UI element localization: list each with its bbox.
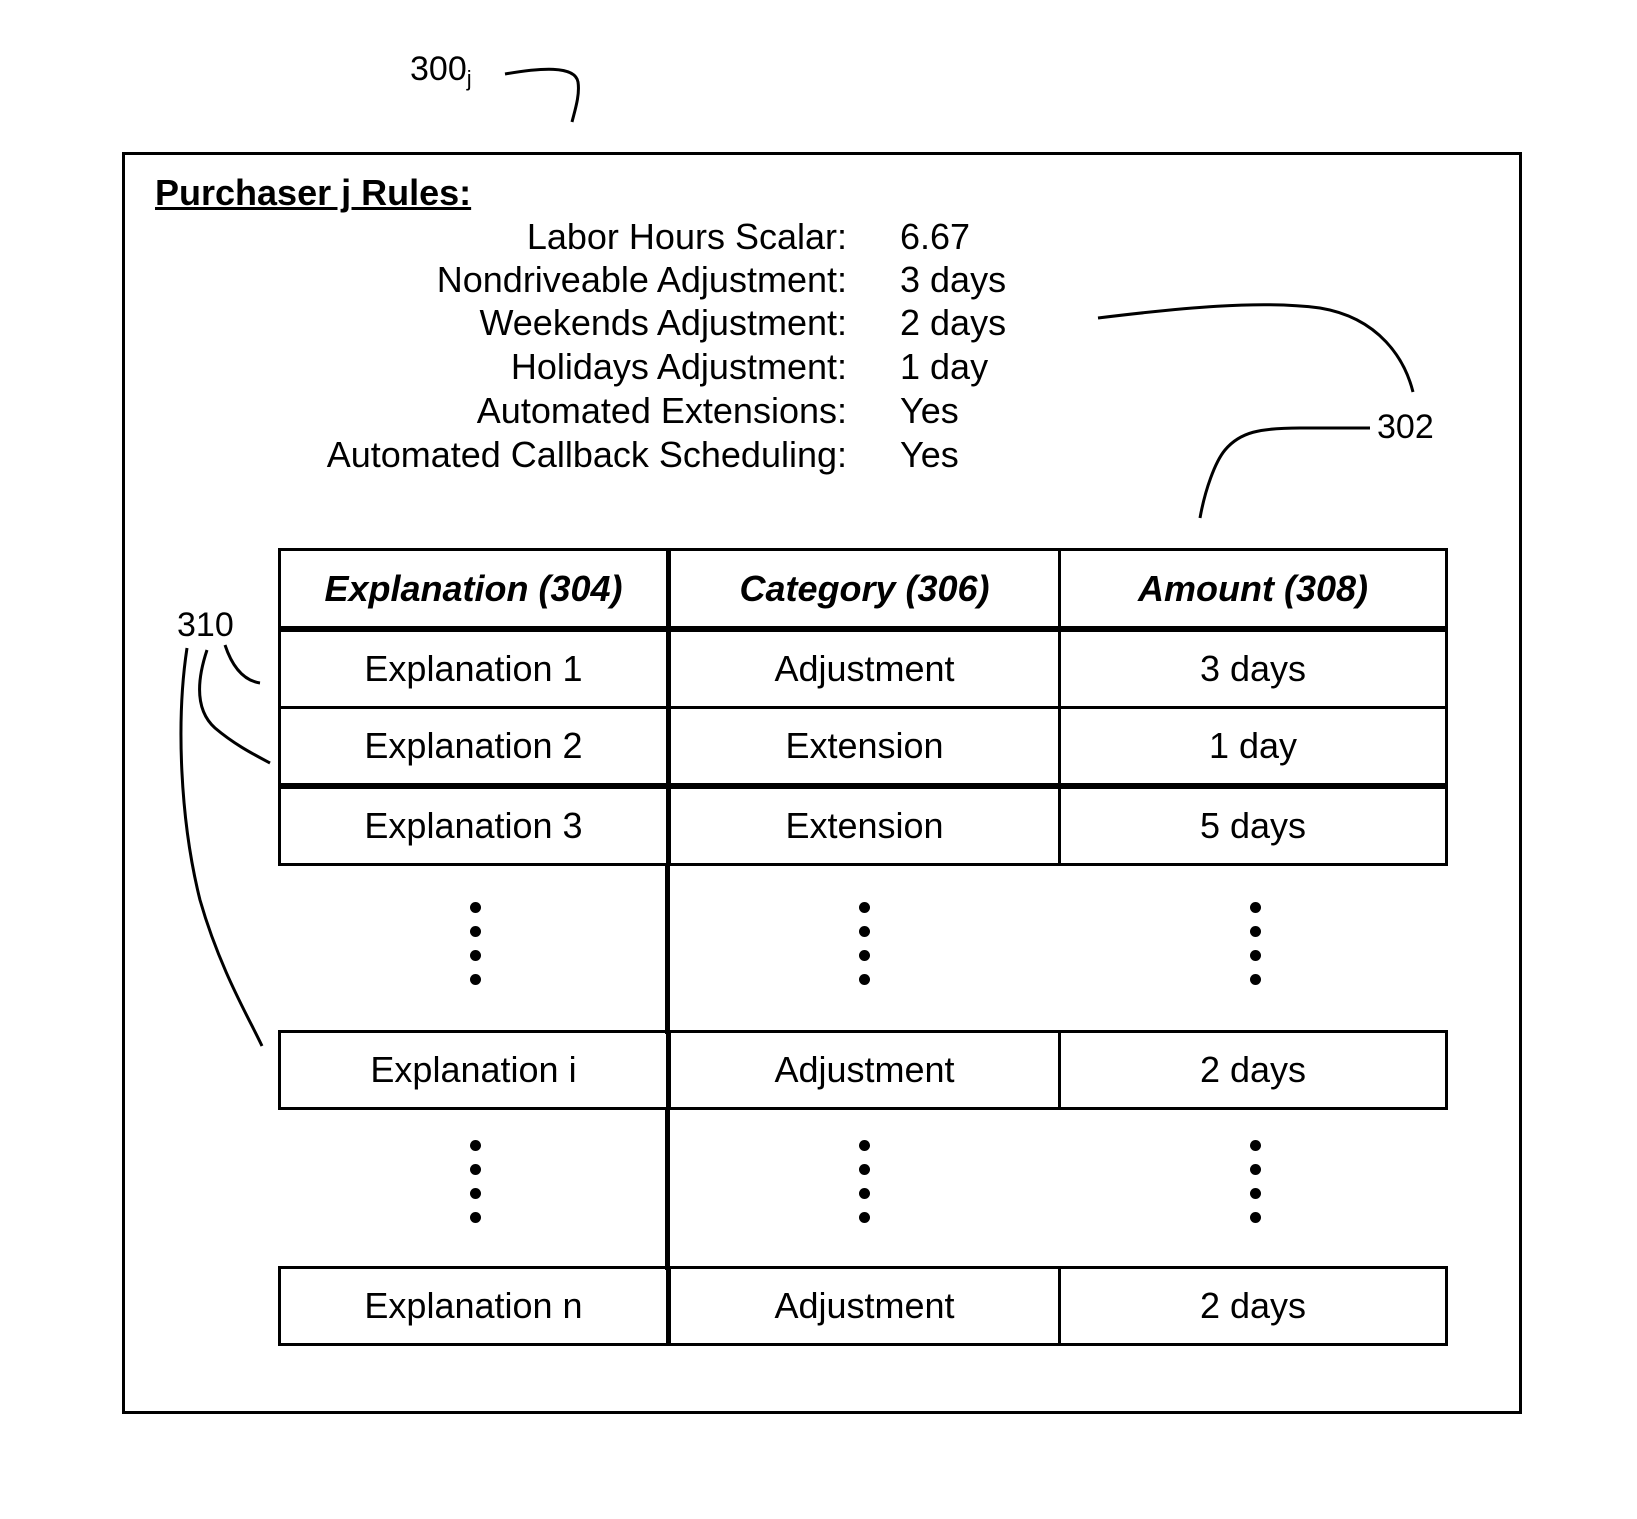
cell-explanation: Explanation i xyxy=(281,1033,671,1107)
cell-category: Adjustment xyxy=(671,1269,1061,1343)
rule-value-labor-hours-scalar: 6.67 xyxy=(900,216,971,257)
cell-explanation: Explanation 2 xyxy=(281,709,671,783)
cell-explanation: Explanation n xyxy=(281,1269,671,1343)
cell-explanation: Explanation 3 xyxy=(281,789,671,863)
ellipsis-icon xyxy=(470,902,481,985)
rule-label-automated-extensions: Automated Extensions: xyxy=(476,390,847,431)
table-row: Explanation 3 Extension 5 days xyxy=(278,786,1448,866)
ellipsis-icon xyxy=(1250,1140,1261,1223)
cell-amount: 1 day xyxy=(1208,725,1298,766)
rules-title: Purchaser j Rules: xyxy=(155,172,472,213)
ellipsis-icon xyxy=(470,1140,481,1223)
cell-amount: 5 days xyxy=(1199,805,1307,846)
cell-explanation: Explanation 1 xyxy=(281,632,671,706)
ellipsis-icon xyxy=(859,902,870,985)
cell-category: Extension xyxy=(671,789,1061,863)
cell-category: Adjustment xyxy=(671,632,1061,706)
rule-label-nondriveable-adjustment: Nondriveable Adjustment: xyxy=(436,259,847,300)
rule-label-labor-hours-scalar: Labor Hours Scalar: xyxy=(526,216,847,257)
ellipsis-icon xyxy=(859,1140,870,1223)
column-divider-gap xyxy=(665,1108,670,1270)
rule-label-holidays-adjustment: Holidays Adjustment: xyxy=(510,346,847,387)
ellipsis-icon xyxy=(1250,902,1261,985)
rule-label-weekends-adjustment: Weekends Adjustment: xyxy=(479,302,847,343)
rule-value-nondriveable-adjustment: 3 days xyxy=(900,259,1007,300)
rule-value-automated-callback-scheduling: Yes xyxy=(900,434,959,475)
table-header-row: Explanation (304) Category (306) Amount … xyxy=(278,548,1448,632)
table-row: Explanation i Adjustment 2 days xyxy=(278,1030,1448,1110)
table-row: Explanation 1 Adjustment 3 days xyxy=(278,629,1448,709)
header-category: Category (306) xyxy=(671,551,1061,626)
cell-amount: 2 days xyxy=(1199,1049,1307,1090)
rule-value-automated-extensions: Yes xyxy=(900,390,959,431)
table-row: Explanation 2 Extension 1 day xyxy=(278,706,1448,786)
leader-300j xyxy=(504,67,580,123)
header-amount: Amount (308) xyxy=(1137,567,1368,609)
rule-value-holidays-adjustment: 1 day xyxy=(900,346,989,387)
cell-category: Adjustment xyxy=(671,1033,1061,1107)
rule-label-automated-callback-scheduling: Automated Callback Scheduling: xyxy=(326,434,847,475)
cell-amount: 3 days xyxy=(1199,648,1307,689)
rule-value-weekends-adjustment: 2 days xyxy=(900,302,1007,343)
cell-amount: 2 days xyxy=(1199,1285,1307,1326)
cell-category: Extension xyxy=(671,709,1061,783)
table-row: Explanation n Adjustment 2 days xyxy=(278,1266,1448,1346)
column-divider-gap xyxy=(665,866,670,1034)
header-explanation: Explanation (304) xyxy=(281,551,671,626)
